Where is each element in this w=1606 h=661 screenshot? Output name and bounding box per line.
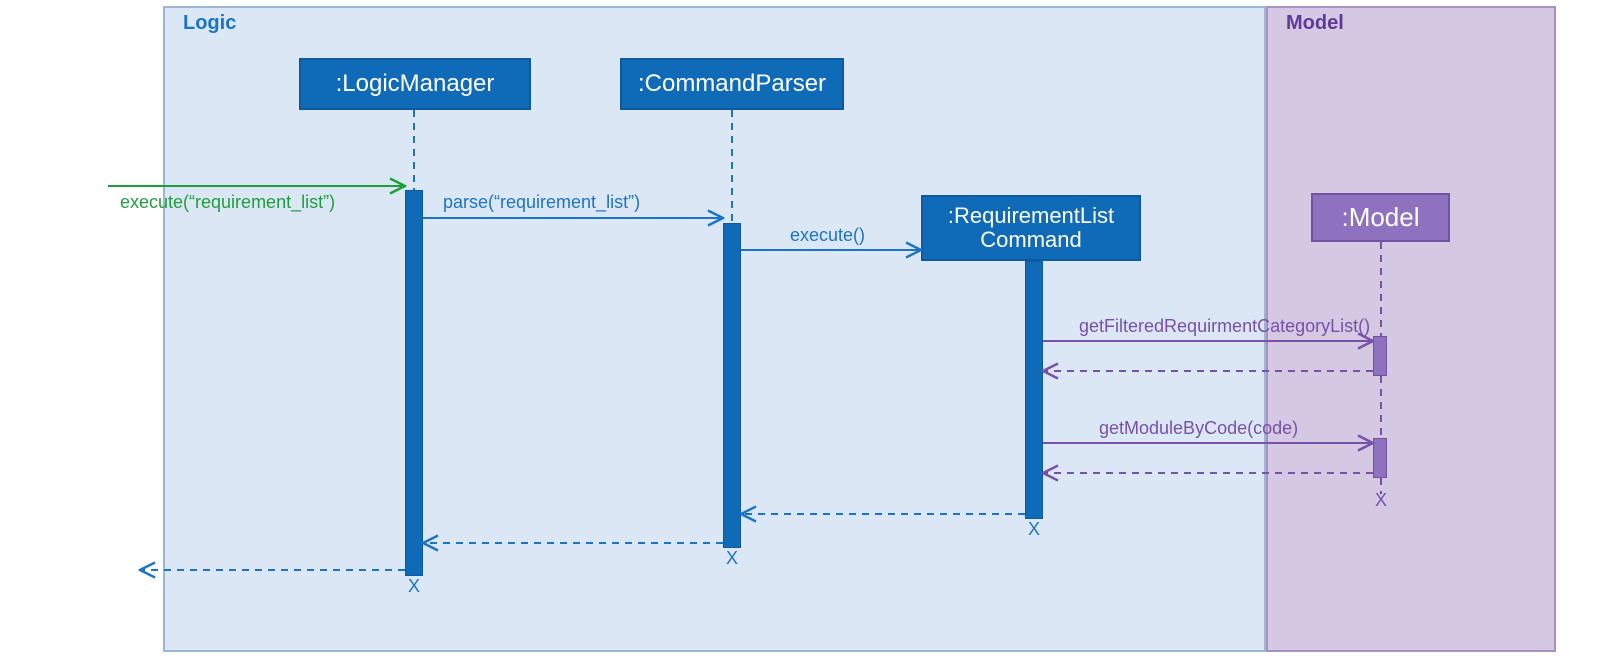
- msg-get-filtered: getFilteredRequirmentCategoryList(): [1079, 316, 1370, 337]
- frame-model-title: Model: [1286, 12, 1344, 35]
- msg-execute: execute(): [790, 225, 865, 246]
- termination-logic-manager: X: [408, 576, 420, 597]
- activation-reqlist-command: [1025, 261, 1043, 519]
- msg-get-module: getModuleByCode(code): [1099, 418, 1298, 439]
- frame-logic-title: Logic: [183, 12, 236, 35]
- lifeline-logic-manager: :LogicManager: [299, 58, 531, 110]
- termination-model: X: [1375, 490, 1387, 511]
- activation-model-2: [1373, 438, 1387, 478]
- lifeline-logic-manager-label: :LogicManager: [336, 71, 495, 97]
- activation-logic-manager: [405, 190, 423, 576]
- activation-command-parser: [723, 223, 741, 548]
- lifeline-reqlist-command: :RequirementList Command: [921, 195, 1141, 261]
- termination-reqlist-command: X: [1028, 519, 1040, 540]
- lifeline-command-parser-label: :CommandParser: [638, 71, 826, 97]
- lifeline-model: :Model: [1311, 193, 1450, 242]
- activation-model-1: [1373, 336, 1387, 376]
- termination-command-parser: X: [726, 548, 738, 569]
- lifeline-model-label: :Model: [1341, 203, 1419, 232]
- lifeline-reqlist-command-label: :RequirementList Command: [931, 204, 1131, 252]
- msg-execute-in: execute(“requirement_list”): [120, 192, 335, 213]
- msg-parse: parse(“requirement_list”): [443, 192, 640, 213]
- lifeline-command-parser: :CommandParser: [620, 58, 844, 110]
